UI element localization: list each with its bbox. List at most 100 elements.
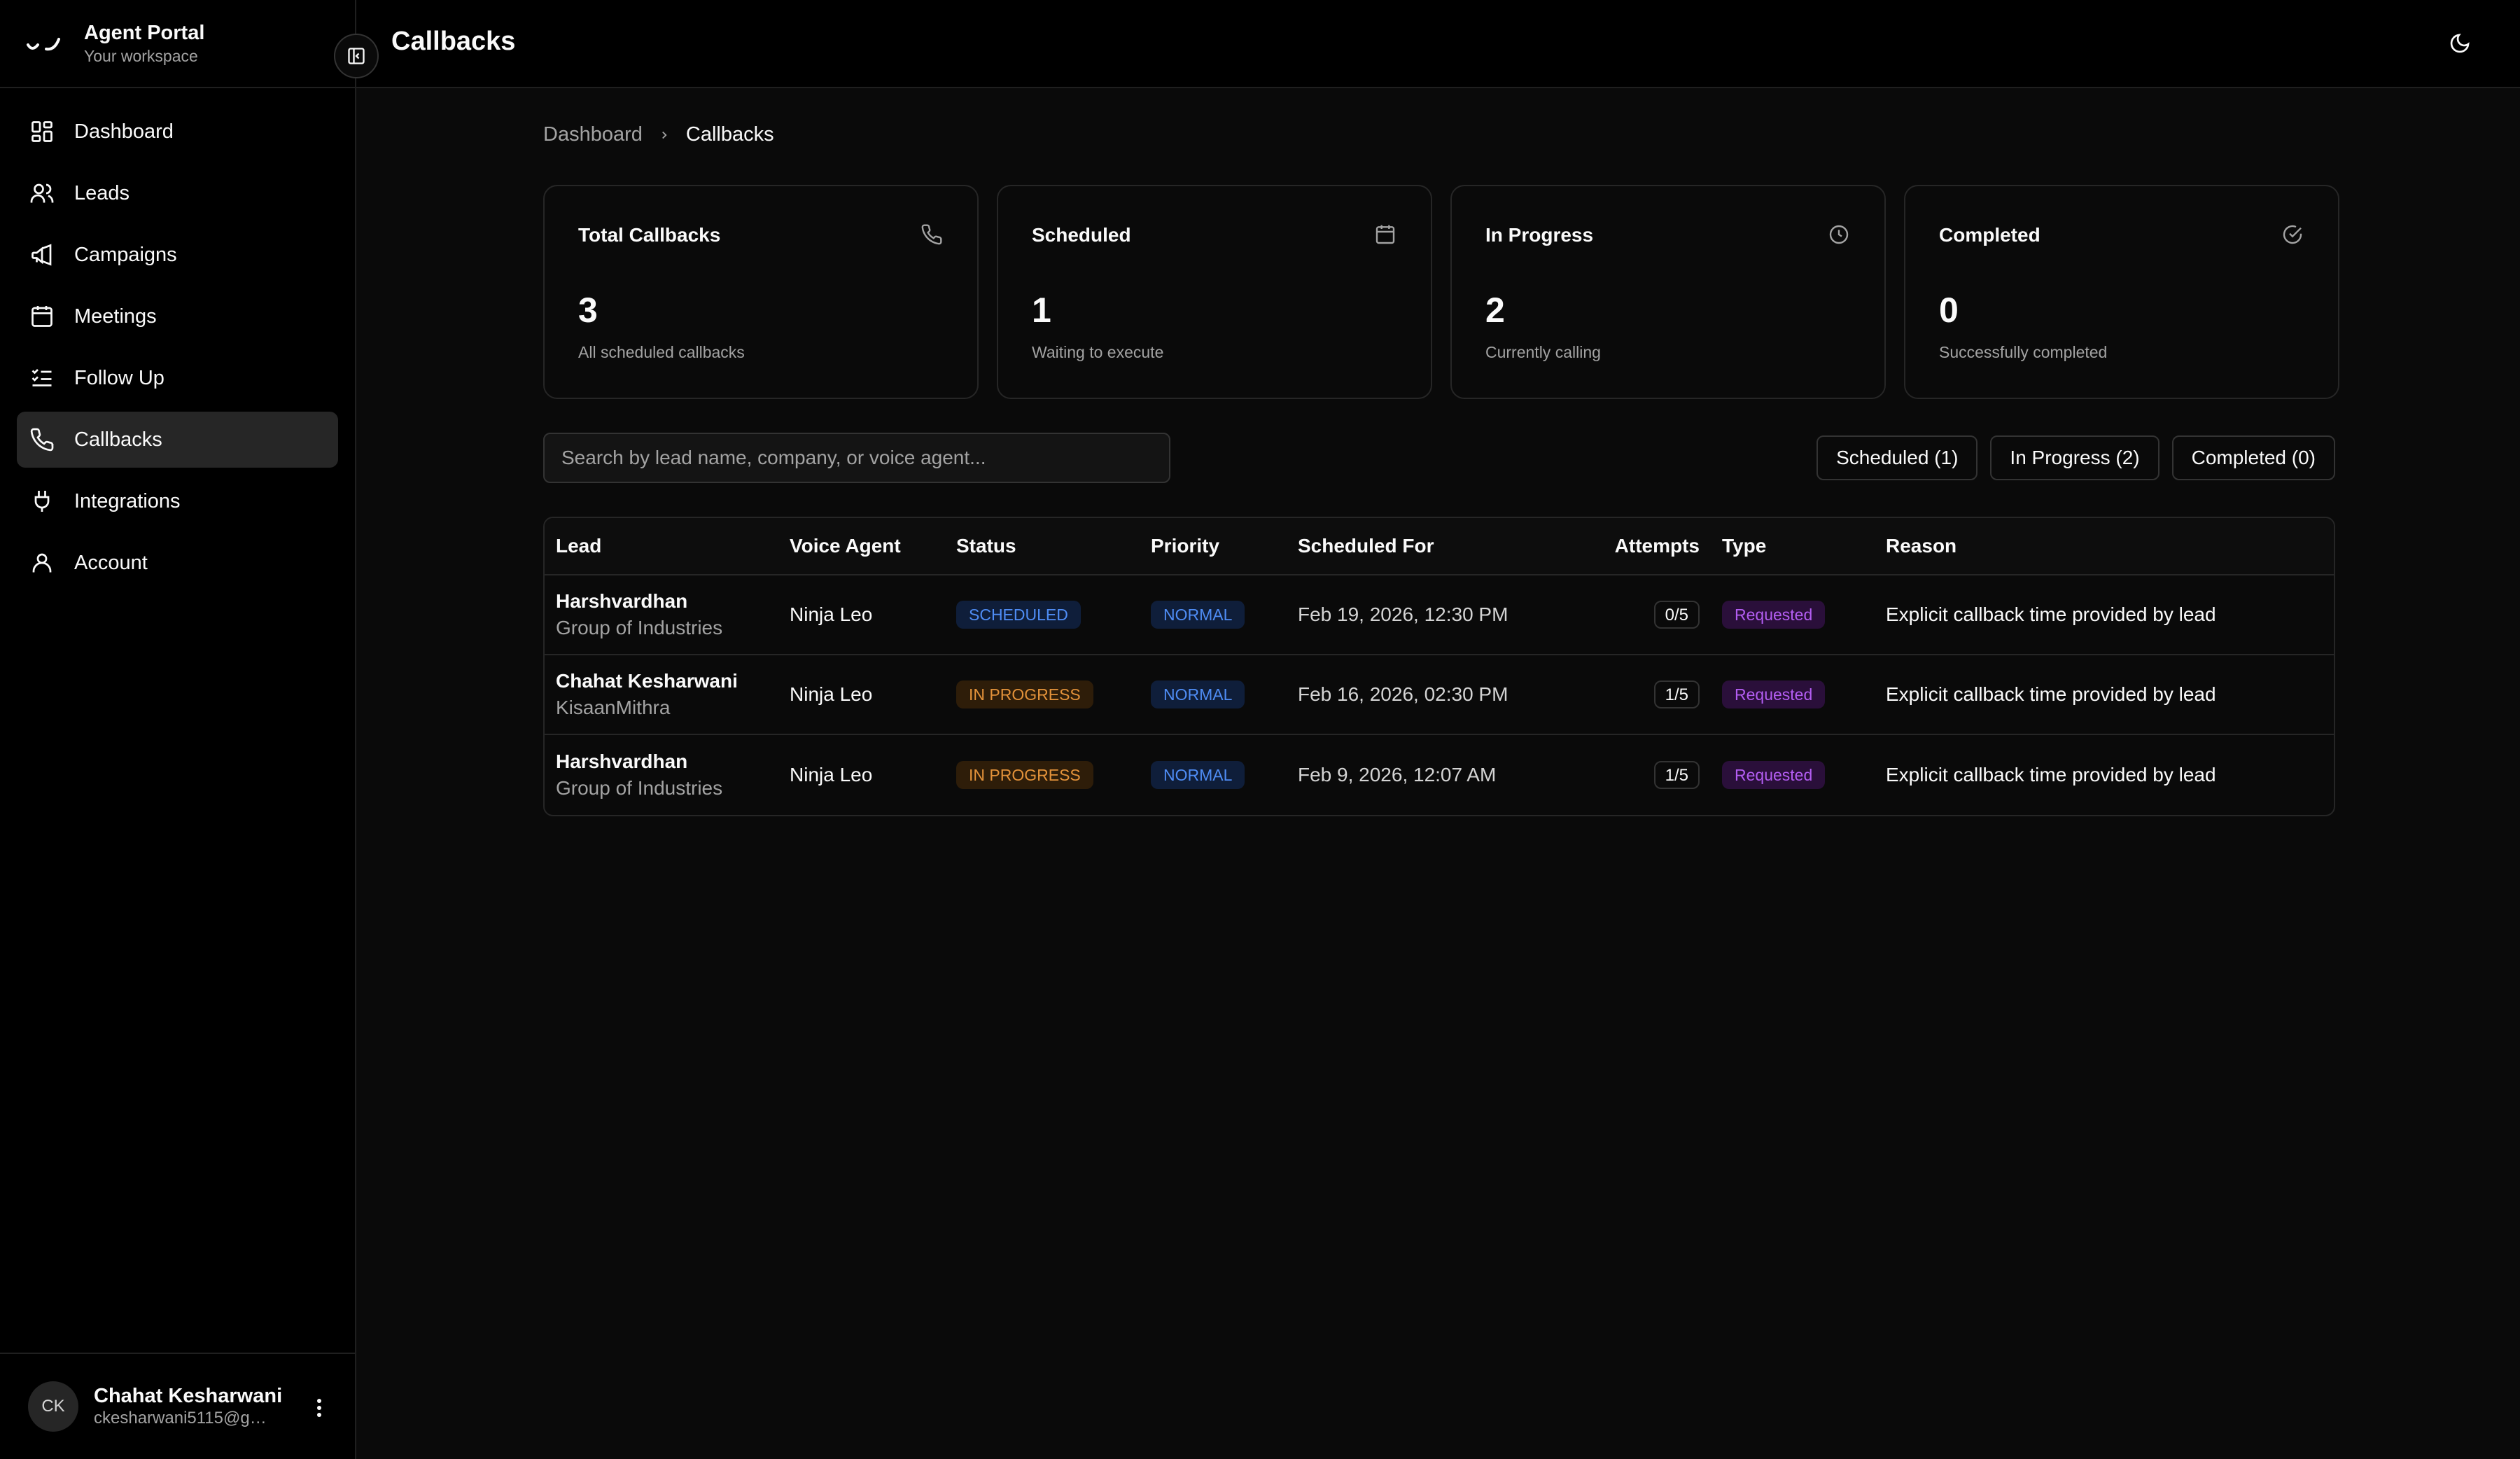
attempts-badge: 1/5: [1653, 761, 1700, 789]
stat-card-subtitle: Successfully completed: [1939, 343, 2108, 361]
attempts-badge: 0/5: [1653, 601, 1700, 629]
voice-agent-cell: Ninja Leo: [790, 764, 873, 786]
priority-cell: NORMAL: [1151, 601, 1298, 629]
attempts-badge: 1/5: [1653, 680, 1700, 708]
stat-card-title: In Progress: [1485, 224, 1594, 246]
stat-card-value: 2: [1485, 291, 1505, 330]
status-badge: SCHEDULED: [956, 601, 1081, 629]
stat-card-scheduled: Scheduled 1 Waiting to execute: [997, 185, 1432, 399]
table-row[interactable]: Chahat Kesharwani KisaanMithra Ninja Leo…: [545, 655, 2334, 735]
sidebar-item-label: Leads: [74, 181, 130, 204]
reason-cell: Explicit callback time provided by lead: [1886, 764, 2216, 786]
stat-card-value: 3: [578, 291, 598, 330]
lead-cell: Chahat Kesharwani KisaanMithra: [545, 668, 790, 721]
stat-card-title: Completed: [1939, 224, 2040, 246]
sidebar-item-label: Callbacks: [74, 428, 162, 451]
calendar-icon: [1373, 223, 1397, 246]
filter-completed-button[interactable]: Completed (0): [2171, 435, 2335, 480]
sidebar-item-leads[interactable]: Leads: [17, 165, 338, 221]
attempts-cell: 1/5: [1613, 680, 1722, 708]
sidebar-item-campaigns[interactable]: Campaigns: [17, 227, 338, 283]
sidebar-item-integrations[interactable]: Integrations: [17, 473, 338, 529]
users-icon: [28, 179, 56, 207]
stat-card-completed: Completed 0 Successfully completed: [1904, 185, 2339, 399]
check-circle-icon: [2281, 223, 2304, 246]
lead-name: Harshvardhan: [556, 590, 688, 612]
sidebar-item-label: Follow Up: [74, 366, 164, 389]
avatar: CK: [28, 1381, 78, 1432]
stat-card-in-progress: In Progress 2 Currently calling: [1450, 185, 1886, 399]
user-profile[interactable]: CK Chahat Kesharwani ckesharwani5115@gm.…: [0, 1353, 355, 1459]
reason-cell: Explicit callback time provided by lead: [1886, 603, 2216, 625]
priority-badge: NORMAL: [1151, 680, 1245, 708]
sidebar-item-label: Campaigns: [74, 243, 177, 266]
callbacks-table: Lead Voice Agent Status Priority Schedul…: [543, 517, 2335, 816]
sidebar-toggle-icon[interactable]: [334, 34, 379, 78]
user-email: ckesharwani5115@gm...: [94, 1409, 274, 1427]
stat-card-subtitle: Currently calling: [1485, 343, 1601, 361]
status-cell: IN PROGRESS: [956, 680, 1151, 708]
type-badge: Requested: [1722, 680, 1826, 708]
column-header-attempts: Attempts: [1614, 535, 1700, 557]
logo-icon: [25, 24, 64, 63]
plug-icon: [28, 487, 56, 515]
column-header-type: Type: [1722, 535, 1767, 557]
table-header: Lead Voice Agent Status Priority Schedul…: [545, 518, 2334, 575]
breadcrumb-callbacks: Callbacks: [685, 123, 774, 146]
user-icon: [28, 549, 56, 577]
voice-agent-cell: Ninja Leo: [790, 683, 873, 705]
sidebar-item-label: Integrations: [74, 489, 181, 512]
megaphone-icon: [28, 241, 56, 269]
status-cell: SCHEDULED: [956, 601, 1151, 629]
user-name: Chahat Kesharwani: [94, 1385, 283, 1407]
sidebar-item-account[interactable]: Account: [17, 535, 338, 591]
top-bar: Callbacks: [334, 0, 2520, 88]
lead-company: Group of Industries: [556, 777, 723, 799]
search-input[interactable]: [543, 433, 1170, 483]
scheduled-for-cell: Feb 19, 2026, 12:30 PM: [1298, 603, 1508, 625]
lead-company: Group of Industries: [556, 617, 723, 638]
phone-icon: [28, 426, 56, 454]
filter-scheduled-button[interactable]: Scheduled (1): [1816, 435, 1978, 480]
stat-cards: Total Callbacks 3 All scheduled callback…: [543, 185, 2339, 399]
table-row[interactable]: Harshvardhan Group of Industries Ninja L…: [545, 735, 2334, 815]
main-content: Callbacks Dashboard Callbacks Total Call…: [334, 0, 2520, 1459]
sidebar-nav: Dashboard Leads Campaigns Meetings Follo…: [0, 88, 355, 591]
column-header-priority: Priority: [1151, 535, 1220, 557]
voice-agent-cell: Ninja Leo: [790, 603, 873, 625]
status-badge: IN PROGRESS: [956, 680, 1093, 708]
status-cell: IN PROGRESS: [956, 761, 1151, 789]
brand-header: Agent Portal Your workspace: [0, 0, 355, 88]
type-cell: Requested: [1722, 601, 1886, 629]
sidebar-item-meetings[interactable]: Meetings: [17, 288, 338, 344]
dashboard-icon: [28, 118, 56, 146]
stat-card-value: 0: [1939, 291, 1959, 330]
type-cell: Requested: [1722, 680, 1886, 708]
sidebar-item-label: Meetings: [74, 305, 157, 328]
breadcrumb-dashboard[interactable]: Dashboard: [543, 123, 643, 146]
column-header-status: Status: [956, 535, 1016, 557]
sidebar-item-dashboard[interactable]: Dashboard: [17, 104, 338, 160]
sidebar-item-callbacks[interactable]: Callbacks: [17, 412, 338, 468]
column-header-reason: Reason: [1886, 535, 1957, 557]
reason-cell: Explicit callback time provided by lead: [1886, 683, 2216, 705]
sidebar-item-label: Dashboard: [74, 120, 174, 143]
lead-cell: Harshvardhan Group of Industries: [545, 588, 790, 641]
stat-card-title: Total Callbacks: [578, 224, 721, 246]
sidebar-item-follow-up[interactable]: Follow Up: [17, 350, 338, 406]
more-vertical-icon[interactable]: [309, 1396, 330, 1420]
filter-in-progress-button[interactable]: In Progress (2): [1990, 435, 2160, 480]
column-header-lead: Lead: [556, 535, 602, 557]
type-badge: Requested: [1722, 601, 1826, 629]
table-row[interactable]: Harshvardhan Group of Industries Ninja L…: [545, 575, 2334, 655]
stat-card-value: 1: [1032, 291, 1051, 330]
workspace-label: Your workspace: [84, 47, 198, 65]
app-name: Agent Portal: [84, 22, 205, 44]
moon-icon[interactable]: [2446, 29, 2474, 57]
page-title: Callbacks: [391, 27, 516, 56]
column-header-voice-agent: Voice Agent: [790, 535, 901, 557]
type-cell: Requested: [1722, 761, 1886, 789]
attempts-cell: 0/5: [1613, 601, 1722, 629]
lead-name: Chahat Kesharwani: [556, 670, 738, 692]
stat-card-subtitle: All scheduled callbacks: [578, 343, 745, 361]
